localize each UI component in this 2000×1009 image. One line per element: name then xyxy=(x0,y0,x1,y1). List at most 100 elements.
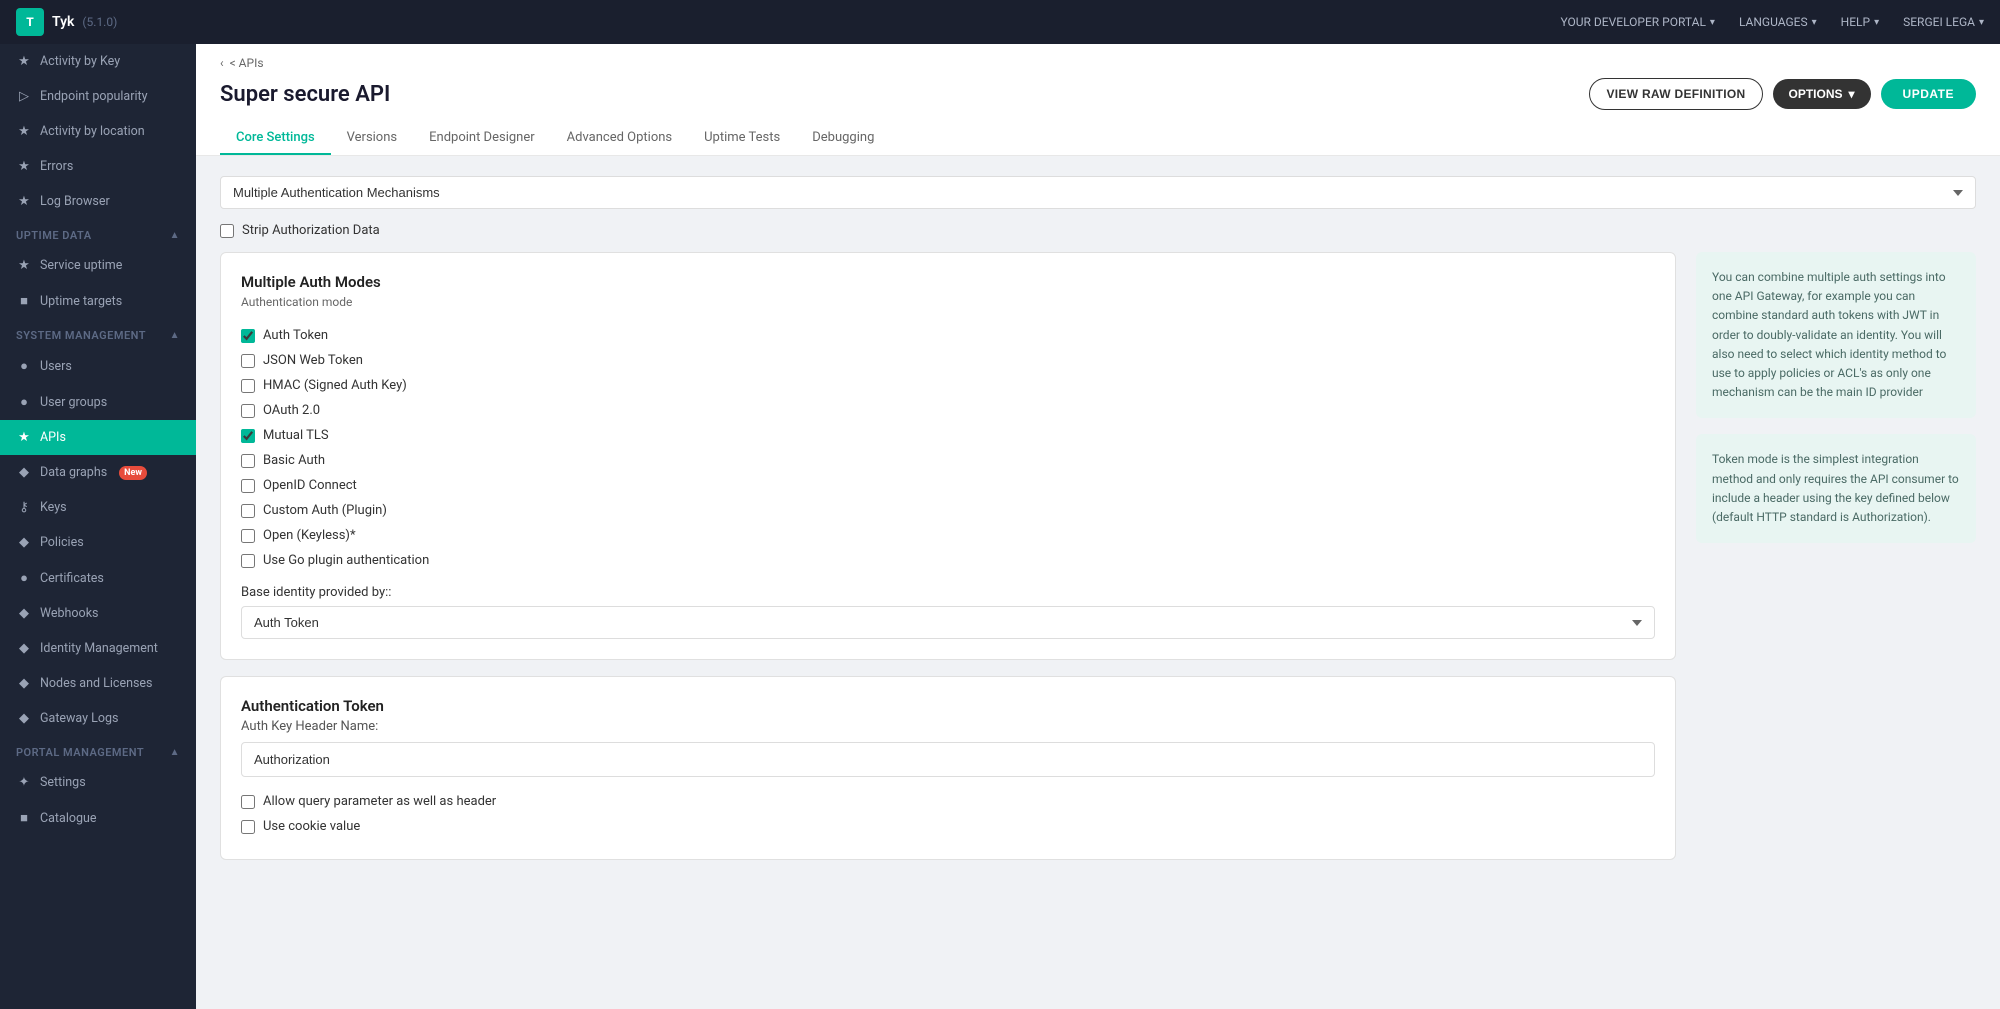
allow-query-label[interactable]: Allow query parameter as well as header xyxy=(263,794,496,809)
view-raw-button[interactable]: VIEW RAW DEFINITION xyxy=(1589,78,1762,110)
checkbox-hmac: HMAC (Signed Auth Key) xyxy=(241,373,1655,398)
allow-query-checkbox[interactable] xyxy=(241,795,255,809)
content-area: Multiple Authentication MechanismsAuth T… xyxy=(196,156,2000,1009)
star-icon: ★ xyxy=(16,159,32,174)
sidebar-item-service-uptime[interactable]: ★ Service uptime xyxy=(0,248,196,283)
sidebar-item-nodes-licenses[interactable]: ◆ Nodes and Licenses xyxy=(0,666,196,701)
strip-auth-row: Strip Authorization Data xyxy=(220,223,1976,238)
checkbox-auth-token-input[interactable] xyxy=(241,329,255,343)
checkbox-mutual-tls-label[interactable]: Mutual TLS xyxy=(263,428,329,443)
strip-auth-label[interactable]: Strip Authorization Data xyxy=(242,223,380,238)
page-title: Super secure API xyxy=(220,82,390,107)
top-navigation: T Tyk (5.1.0) YOUR DEVELOPER PORTAL ▾ LA… xyxy=(0,0,2000,44)
collapse-icon: ▲ xyxy=(170,330,180,341)
sidebar-label: APIs xyxy=(40,430,66,445)
checkbox-basic-auth: Basic Auth xyxy=(241,448,1655,473)
sidebar-item-webhooks[interactable]: ◆ Webhooks xyxy=(0,596,196,631)
sidebar-item-policies[interactable]: ◆ Policies xyxy=(0,525,196,560)
auth-header-input[interactable] xyxy=(241,742,1655,777)
tab-endpoint-designer[interactable]: Endpoint Designer xyxy=(413,122,551,155)
checkbox-jwt: JSON Web Token xyxy=(241,348,1655,373)
sidebar-label: Webhooks xyxy=(40,606,98,621)
checkbox-go-plugin-input[interactable] xyxy=(241,554,255,568)
sidebar-item-user-groups[interactable]: ● User groups xyxy=(0,384,196,420)
checkbox-basic-auth-label[interactable]: Basic Auth xyxy=(263,453,325,468)
checkbox-go-plugin-label[interactable]: Use Go plugin authentication xyxy=(263,553,429,568)
checkbox-custom-auth-label[interactable]: Custom Auth (Plugin) xyxy=(263,503,387,518)
sidebar-label: Service uptime xyxy=(40,258,122,273)
checkbox-jwt-input[interactable] xyxy=(241,354,255,368)
sidebar-item-log-browser[interactable]: ★ Log Browser xyxy=(0,184,196,219)
sidebar-label: Errors xyxy=(40,159,73,174)
tab-versions[interactable]: Versions xyxy=(331,122,413,155)
key-icon: ⚷ xyxy=(16,500,32,515)
tab-uptime-tests[interactable]: Uptime Tests xyxy=(688,122,796,155)
logo-text: Tyk xyxy=(52,14,74,30)
breadcrumb-arrow: ‹ xyxy=(220,56,224,70)
strip-auth-checkbox[interactable] xyxy=(220,224,234,238)
checkbox-go-plugin: Use Go plugin authentication xyxy=(241,548,1655,573)
nodes-icon: ◆ xyxy=(16,676,32,691)
languages-nav[interactable]: LANGUAGES ▾ xyxy=(1739,15,1817,29)
sidebar-item-users[interactable]: ● Users xyxy=(0,348,196,384)
breadcrumb[interactable]: ‹ < APIs xyxy=(220,56,1976,70)
developer-portal-nav[interactable]: YOUR DEVELOPER PORTAL ▾ xyxy=(1560,15,1714,29)
sidebar-item-endpoint-popularity[interactable]: ▷ Endpoint popularity xyxy=(0,79,196,114)
multiple-auth-modes-section: Multiple Auth Modes Authentication mode … xyxy=(220,252,1676,660)
sidebar-item-data-graphs[interactable]: ◆ Data graphs New xyxy=(0,455,196,490)
sidebar-label: Policies xyxy=(40,535,84,550)
checkbox-oauth2-label[interactable]: OAuth 2.0 xyxy=(263,403,320,418)
sidebar-label: Gateway Logs xyxy=(40,711,118,726)
section-portal-management[interactable]: Portal Management ▲ xyxy=(0,736,196,765)
sidebar-item-identity-management[interactable]: ◆ Identity Management xyxy=(0,631,196,666)
tab-core-settings[interactable]: Core Settings xyxy=(220,122,331,155)
sidebar-item-certificates[interactable]: ● Certificates xyxy=(0,560,196,596)
base-identity-dropdown[interactable]: Auth TokenJWTHMACOAuth 2.0Mutual TLSBasi… xyxy=(241,606,1655,639)
sidebar-item-gateway-logs[interactable]: ◆ Gateway Logs xyxy=(0,701,196,736)
content-main: Multiple Auth Modes Authentication mode … xyxy=(220,252,1676,876)
checkbox-mutual-tls-input[interactable] xyxy=(241,429,255,443)
checkbox-hmac-input[interactable] xyxy=(241,379,255,393)
sidebar-item-activity-by-key[interactable]: ★ Activity by Key xyxy=(0,44,196,79)
checkbox-keyless-label[interactable]: Open (Keyless)* xyxy=(263,528,356,543)
content-sidebar: You can combine multiple auth settings i… xyxy=(1696,252,1976,876)
checkbox-custom-auth-input[interactable] xyxy=(241,504,255,518)
sidebar-item-keys[interactable]: ⚷ Keys xyxy=(0,490,196,525)
version-text: (5.1.0) xyxy=(82,15,117,29)
use-cookie-label[interactable]: Use cookie value xyxy=(263,819,360,834)
section-subtitle: Authentication mode xyxy=(241,295,1655,309)
use-cookie-row: Use cookie value xyxy=(241,814,1655,839)
checkbox-openid-label[interactable]: OpenID Connect xyxy=(263,478,357,493)
section-uptime-data[interactable]: Uptime Data ▲ xyxy=(0,219,196,248)
checkbox-openid-input[interactable] xyxy=(241,479,255,493)
user-menu-nav[interactable]: SERGEI LEGA ▾ xyxy=(1903,15,1984,29)
settings-icon: ✦ xyxy=(16,775,32,790)
checkbox-jwt-label[interactable]: JSON Web Token xyxy=(263,353,363,368)
sidebar-item-settings[interactable]: ✦ Settings xyxy=(0,765,196,800)
policy-icon: ◆ xyxy=(16,535,32,550)
graph-icon: ◆ xyxy=(16,465,32,480)
sidebar-item-catalogue[interactable]: ■ Catalogue xyxy=(0,800,196,836)
update-button[interactable]: UPDATE xyxy=(1881,79,1976,109)
checkbox-keyless-input[interactable] xyxy=(241,529,255,543)
auth-mechanism-dropdown[interactable]: Multiple Authentication MechanismsAuth T… xyxy=(220,176,1976,209)
tabs: Core Settings Versions Endpoint Designer… xyxy=(220,122,1976,155)
sidebar-item-activity-by-location[interactable]: ★ Activity by location xyxy=(0,114,196,149)
section-system-management[interactable]: System Management ▲ xyxy=(0,319,196,348)
sidebar-label: Nodes and Licenses xyxy=(40,676,153,691)
help-box-1: You can combine multiple auth settings i… xyxy=(1696,252,1976,418)
checkbox-auth-token-label[interactable]: Auth Token xyxy=(263,328,328,343)
sidebar-item-apis[interactable]: ★ APIs xyxy=(0,420,196,455)
checkbox-oauth2-input[interactable] xyxy=(241,404,255,418)
checkbox-hmac-label[interactable]: HMAC (Signed Auth Key) xyxy=(263,378,407,393)
sidebar-item-uptime-targets[interactable]: ■ Uptime targets xyxy=(0,283,196,319)
sidebar-label: Activity by Key xyxy=(40,54,120,69)
sidebar-label: Uptime targets xyxy=(40,294,122,309)
tab-advanced-options[interactable]: Advanced Options xyxy=(551,122,688,155)
options-button[interactable]: OPTIONS ▾ xyxy=(1773,79,1871,109)
tab-debugging[interactable]: Debugging xyxy=(796,122,890,155)
help-nav[interactable]: HELP ▾ xyxy=(1841,15,1879,29)
sidebar-item-errors[interactable]: ★ Errors xyxy=(0,149,196,184)
checkbox-basic-auth-input[interactable] xyxy=(241,454,255,468)
use-cookie-checkbox[interactable] xyxy=(241,820,255,834)
